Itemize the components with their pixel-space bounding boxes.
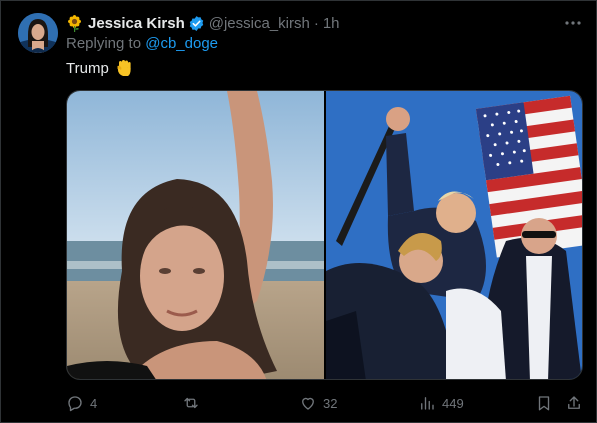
replying-to-mention[interactable]: @cb_doge <box>145 35 218 52</box>
retweet-icon <box>184 397 198 409</box>
bookmark-button[interactable] <box>535 393 553 413</box>
avatar[interactable] <box>18 13 58 53</box>
action-bar: 4 32 449 <box>66 393 583 413</box>
like-icon <box>302 397 314 410</box>
verified-badge-icon <box>188 15 205 32</box>
separator-dot: · <box>313 14 319 32</box>
more-icon[interactable] <box>563 13 583 33</box>
sunflower-icon <box>66 14 83 32</box>
retweet-button[interactable] <box>182 393 200 413</box>
bookmark-icon <box>538 396 550 411</box>
views-count: 449 <box>442 395 464 411</box>
replying-to-line: Replying to @cb_doge <box>66 35 218 52</box>
display-name[interactable]: Jessica Kirsh <box>88 15 185 32</box>
like-count: 32 <box>323 395 338 411</box>
views-button[interactable]: 449 <box>418 393 464 413</box>
tweet-body: Trump <box>66 59 109 77</box>
photo-rally[interactable] <box>326 91 582 379</box>
photo-beach-selfie[interactable] <box>67 91 324 379</box>
like-button[interactable]: 32 <box>299 393 337 413</box>
reply-count: 4 <box>90 395 98 411</box>
share-button[interactable] <box>565 393 583 413</box>
reply-button[interactable]: 4 <box>66 393 97 413</box>
raised-fist-icon <box>114 58 134 78</box>
timestamp[interactable]: 1h <box>323 15 340 32</box>
reply-icon <box>68 396 82 412</box>
tweet-text: Trump <box>66 58 134 78</box>
user-handle[interactable]: @jessica_kirsh <box>209 15 310 32</box>
replying-to-label: Replying to <box>66 35 142 52</box>
tweet-header: Jessica Kirsh @jessica_kirsh · 1h <box>66 13 340 33</box>
views-icon <box>421 397 434 410</box>
media-gallery[interactable] <box>66 90 583 380</box>
share-icon <box>568 396 580 409</box>
